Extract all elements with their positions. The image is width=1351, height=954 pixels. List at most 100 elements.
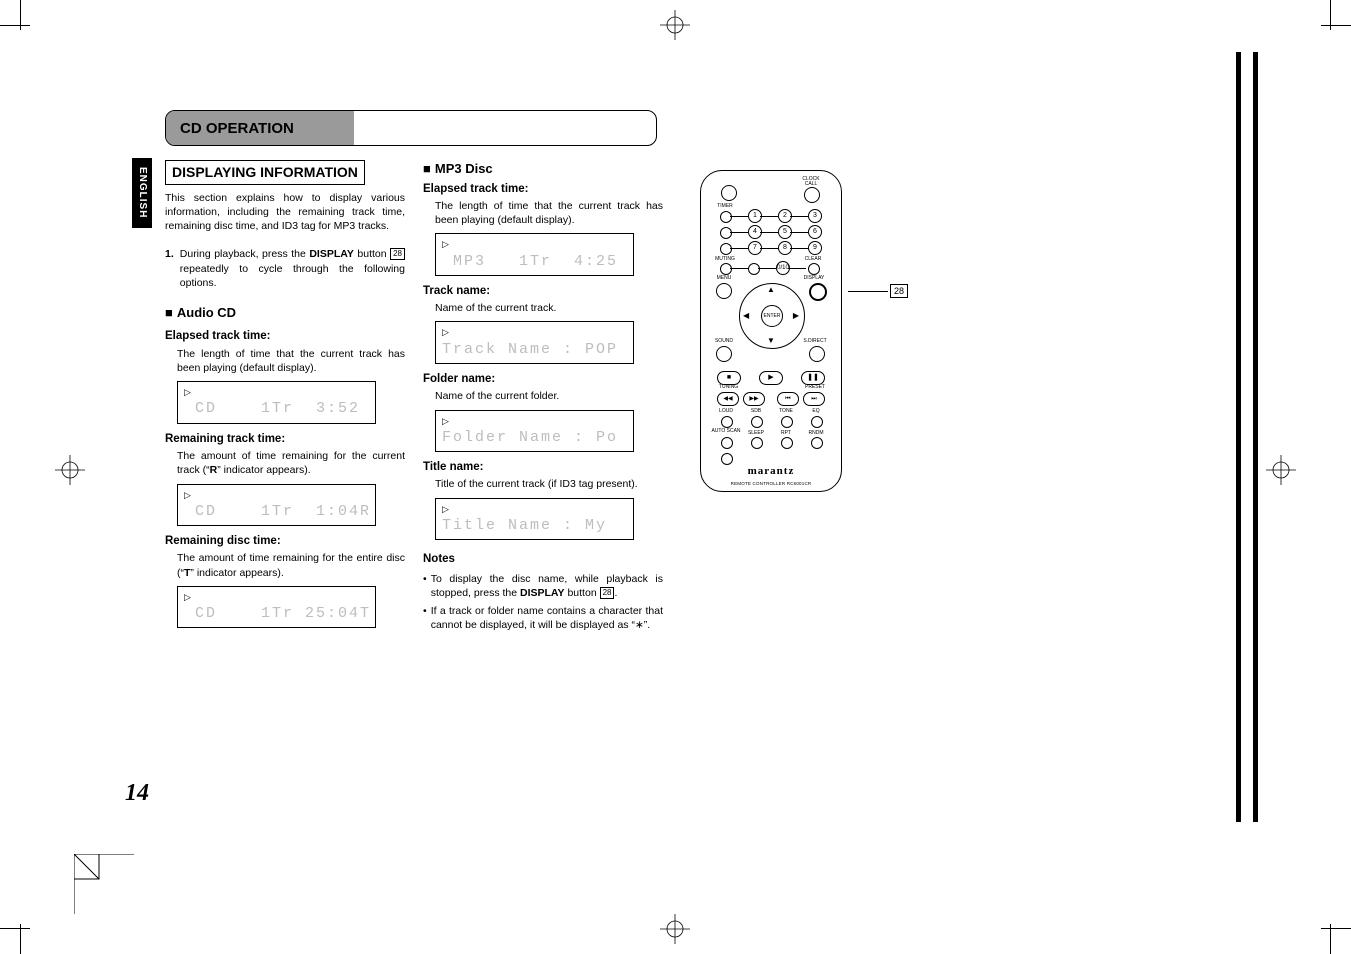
intro-text: This section explains how to display var… bbox=[165, 191, 405, 234]
menu-button bbox=[716, 283, 732, 299]
registration-target-icon bbox=[1266, 455, 1296, 485]
line bbox=[760, 248, 778, 249]
num-6-button: 6 bbox=[808, 225, 822, 239]
gutter-bar bbox=[1236, 52, 1241, 822]
note-1: • To display the disc name, while playba… bbox=[423, 572, 663, 600]
muting-label: MUTING bbox=[713, 257, 737, 262]
loud-button bbox=[721, 416, 733, 428]
bullet-icon: • bbox=[423, 604, 427, 632]
line bbox=[760, 216, 778, 217]
left-icon: ◀ bbox=[743, 311, 749, 320]
text: During playback, press the bbox=[180, 248, 310, 260]
line bbox=[788, 268, 806, 269]
play-icon: ▷ bbox=[442, 503, 627, 515]
text-bold: DISPLAY bbox=[309, 248, 354, 260]
text-bold: DISPLAY bbox=[520, 587, 565, 599]
crop-mark bbox=[0, 928, 30, 929]
up-icon: ▲ bbox=[767, 285, 775, 294]
line bbox=[790, 248, 808, 249]
text: . bbox=[614, 587, 617, 599]
content-area: CD OPERATION DISPLAYING INFORMATION This… bbox=[165, 110, 1085, 636]
dpad: ENTER ▲ ▼ ◀ ▶ bbox=[739, 283, 803, 347]
square-bullet-icon: ■ bbox=[165, 305, 173, 320]
line bbox=[758, 268, 776, 269]
sleep-label: SLEEP bbox=[745, 431, 767, 436]
display-label: DISPLAY bbox=[801, 276, 827, 281]
text: button bbox=[565, 587, 600, 599]
manual-page: ENGLISH CD OPERATION DISPLAYING INFORMAT… bbox=[0, 0, 1351, 954]
lcd-text: CD 1Tr 25:04T bbox=[184, 605, 371, 622]
text: repeatedly to cycle through the followin… bbox=[180, 263, 405, 289]
autoscan-button bbox=[721, 437, 733, 449]
fwd-button: ▶▶ bbox=[743, 392, 765, 406]
section-title: CD OPERATION bbox=[166, 111, 354, 145]
crop-mark bbox=[1321, 25, 1351, 26]
mp3-title-heading: Title name: bbox=[423, 460, 663, 476]
note-body: If a track or folder name contains a cha… bbox=[431, 604, 663, 632]
lcd-elapsed: ▷ CD 1Tr 3:52 bbox=[177, 381, 376, 423]
crop-mark bbox=[1330, 924, 1331, 954]
num-3-button: 3 bbox=[808, 209, 822, 223]
play-icon: ▷ bbox=[442, 238, 627, 250]
crop-mark bbox=[1330, 0, 1331, 30]
pause-button: ❚❚ bbox=[801, 371, 825, 385]
crop-mark bbox=[20, 924, 21, 954]
mp3-disc-heading: ■MP3 Disc bbox=[423, 160, 663, 178]
play-icon: ▷ bbox=[184, 386, 369, 398]
heading-text: Audio CD bbox=[177, 305, 236, 320]
extra-button bbox=[721, 453, 733, 465]
section-heading-bar: CD OPERATION bbox=[165, 110, 657, 146]
clock-call-label: CLOCK CALL bbox=[796, 177, 826, 187]
remote-brand: marantz bbox=[701, 465, 841, 477]
registration-target-icon bbox=[660, 10, 690, 40]
timer-label: TIMER bbox=[715, 204, 735, 209]
sound-label: SOUND bbox=[713, 339, 735, 344]
lcd-mp3-title: ▷ Title Name : My bbox=[435, 498, 634, 540]
preset-label: PRESET bbox=[785, 385, 825, 390]
key-ref-28: 28 bbox=[600, 587, 615, 599]
remaining-track-time-body: The amount of time remaining for the cur… bbox=[177, 449, 405, 477]
callout-number: 28 bbox=[890, 284, 908, 298]
callout-line bbox=[848, 291, 888, 292]
section-bar-empty bbox=[354, 111, 656, 145]
sdirect-label: S.DIRECT bbox=[801, 339, 829, 344]
timer-button bbox=[720, 211, 732, 223]
crop-mark bbox=[20, 0, 21, 30]
play-icon: ▷ bbox=[442, 326, 627, 338]
remote-illustration: CLOCK CALL TIMER 1 2 3 4 5 6 7 8 9 bbox=[700, 170, 842, 492]
autoscan-label: AUTO SCAN bbox=[711, 429, 741, 434]
step-body: During playback, press the DISPLAY butto… bbox=[180, 247, 405, 290]
sleep-button bbox=[751, 437, 763, 449]
registration-target-icon bbox=[660, 914, 690, 944]
mp3-folder-heading: Folder name: bbox=[423, 372, 663, 388]
prev-button: ⏮ bbox=[777, 392, 799, 406]
rpt-label: RPT bbox=[777, 431, 795, 436]
lcd-rem-track: ▷ CD 1Tr 1:04R bbox=[177, 484, 376, 526]
text: button bbox=[354, 248, 390, 260]
line bbox=[730, 216, 748, 217]
lcd-text: Folder Name : Po bbox=[442, 429, 618, 446]
mp3-elapsed-body: The length of time that the current trac… bbox=[435, 199, 663, 227]
lcd-rem-disc: ▷ CD 1Tr 25:04T bbox=[177, 586, 376, 628]
folded-corner-icon bbox=[74, 854, 134, 914]
remaining-track-time-heading: Remaining track time: bbox=[165, 432, 405, 448]
eq-label: EQ bbox=[807, 409, 825, 414]
gutter-bar bbox=[1253, 52, 1258, 822]
columns: DISPLAYING INFORMATION This section expl… bbox=[165, 160, 1085, 636]
lcd-text: Title Name : My bbox=[442, 517, 607, 534]
down-icon: ▼ bbox=[767, 336, 775, 345]
mp3-track-heading: Track name: bbox=[423, 284, 663, 300]
clock-call-button bbox=[804, 187, 820, 203]
lcd-text: CD 1Tr 1:04R bbox=[184, 503, 371, 520]
tone-label: TONE bbox=[777, 409, 795, 414]
lcd-mp3-track: ▷ Track Name : POP bbox=[435, 321, 634, 363]
crop-mark bbox=[0, 25, 30, 26]
sdb-button bbox=[751, 416, 763, 428]
mp3-title-body: Title of the current track (if ID3 tag p… bbox=[435, 477, 663, 491]
elapsed-track-time-body: The length of time that the current trac… bbox=[177, 347, 405, 375]
language-tab: ENGLISH bbox=[132, 158, 152, 228]
play-icon: ▷ bbox=[184, 591, 369, 603]
line bbox=[730, 248, 748, 249]
lcd-mp3-folder: ▷ Folder Name : Po bbox=[435, 410, 634, 452]
plus10-button bbox=[748, 263, 760, 275]
